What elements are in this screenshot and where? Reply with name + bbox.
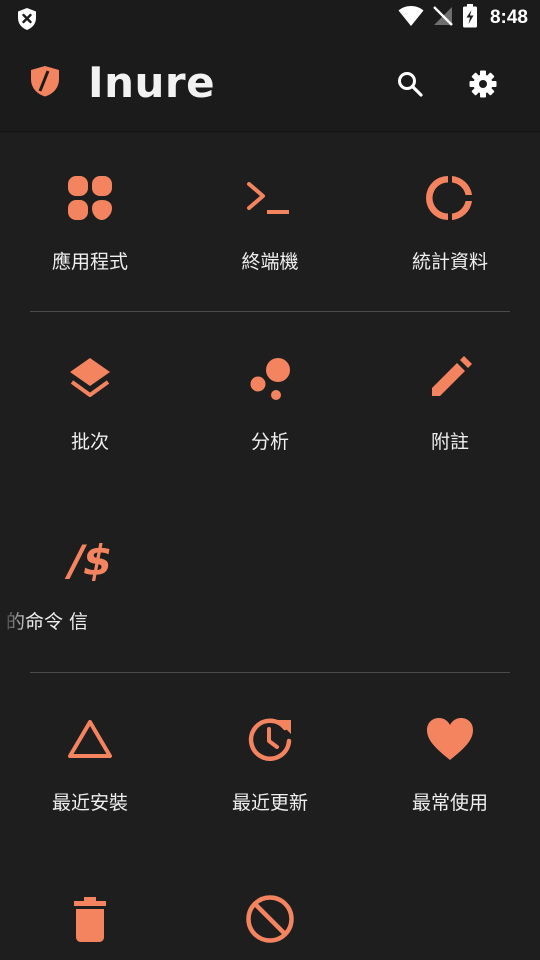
- gear-icon: [469, 70, 497, 98]
- uninstalled-trash-icon: [65, 894, 115, 944]
- statistics-label: 統計資料: [411, 251, 488, 273]
- uninstalled-tile[interactable]: [0, 854, 180, 960]
- recently-updated-tile[interactable]: 最近更新: [180, 674, 360, 824]
- command-label: 的命令 信: [6, 611, 89, 633]
- apps-tile[interactable]: 應用程式: [0, 133, 180, 283]
- notes-tile[interactable]: 附註: [360, 313, 540, 463]
- most-used-tile[interactable]: 最常使用: [360, 674, 540, 824]
- home-panel-grid: 應用程式 終端機 統計資料 批次 分析 附註 /$ 的命令 信 最近安裝 最近更…: [0, 133, 540, 960]
- recently-installed-icon: [65, 714, 115, 764]
- status-icons: 8:48: [398, 4, 528, 32]
- recently-installed-tile[interactable]: 最近安裝: [0, 674, 180, 824]
- recently-updated-label: 最近更新: [231, 792, 308, 814]
- battery-charging-icon: [462, 4, 478, 32]
- notes-label: 附註: [430, 431, 469, 453]
- disabled-block-icon: [245, 894, 295, 944]
- settings-button[interactable]: [465, 66, 501, 102]
- search-button[interactable]: [392, 66, 428, 102]
- status-bar: 8:48: [0, 0, 540, 36]
- disabled-tile[interactable]: [180, 854, 360, 960]
- batch-layers-icon: [65, 353, 115, 403]
- batch-label: 批次: [70, 431, 109, 453]
- search-icon: [398, 72, 423, 97]
- analytics-icon: [245, 353, 295, 403]
- analytics-label: 分析: [250, 431, 289, 453]
- notes-pencil-icon: [425, 353, 475, 403]
- batch-tile[interactable]: 批次: [0, 313, 180, 463]
- inure-logo-icon: [28, 64, 62, 102]
- analytics-tile[interactable]: 分析: [180, 313, 360, 463]
- statistics-tile[interactable]: 統計資料: [360, 133, 540, 283]
- most-used-heart-icon: [425, 714, 475, 764]
- shield-notification-icon: [16, 7, 38, 35]
- section-divider: [30, 311, 510, 312]
- most-used-label: 最常使用: [411, 792, 488, 814]
- clock: 8:48: [489, 7, 528, 28]
- terminal-label: 終端機: [241, 251, 299, 273]
- app-bar: Inure: [0, 36, 540, 132]
- apps-icon: [65, 173, 115, 223]
- statistics-icon: [425, 173, 475, 223]
- command-icon: /$: [68, 535, 113, 585]
- section-divider: [30, 672, 510, 673]
- recently-updated-icon: [245, 714, 295, 764]
- terminal-icon: [245, 173, 295, 223]
- recently-installed-label: 最近安裝: [51, 792, 128, 814]
- apps-label: 應用程式: [51, 251, 128, 273]
- wifi-icon: [398, 5, 424, 31]
- terminal-tile[interactable]: 終端機: [180, 133, 360, 283]
- command-tile[interactable]: /$ 的命令 信: [0, 493, 180, 643]
- no-signal-icon: [432, 5, 454, 31]
- app-title: Inure: [88, 58, 216, 107]
